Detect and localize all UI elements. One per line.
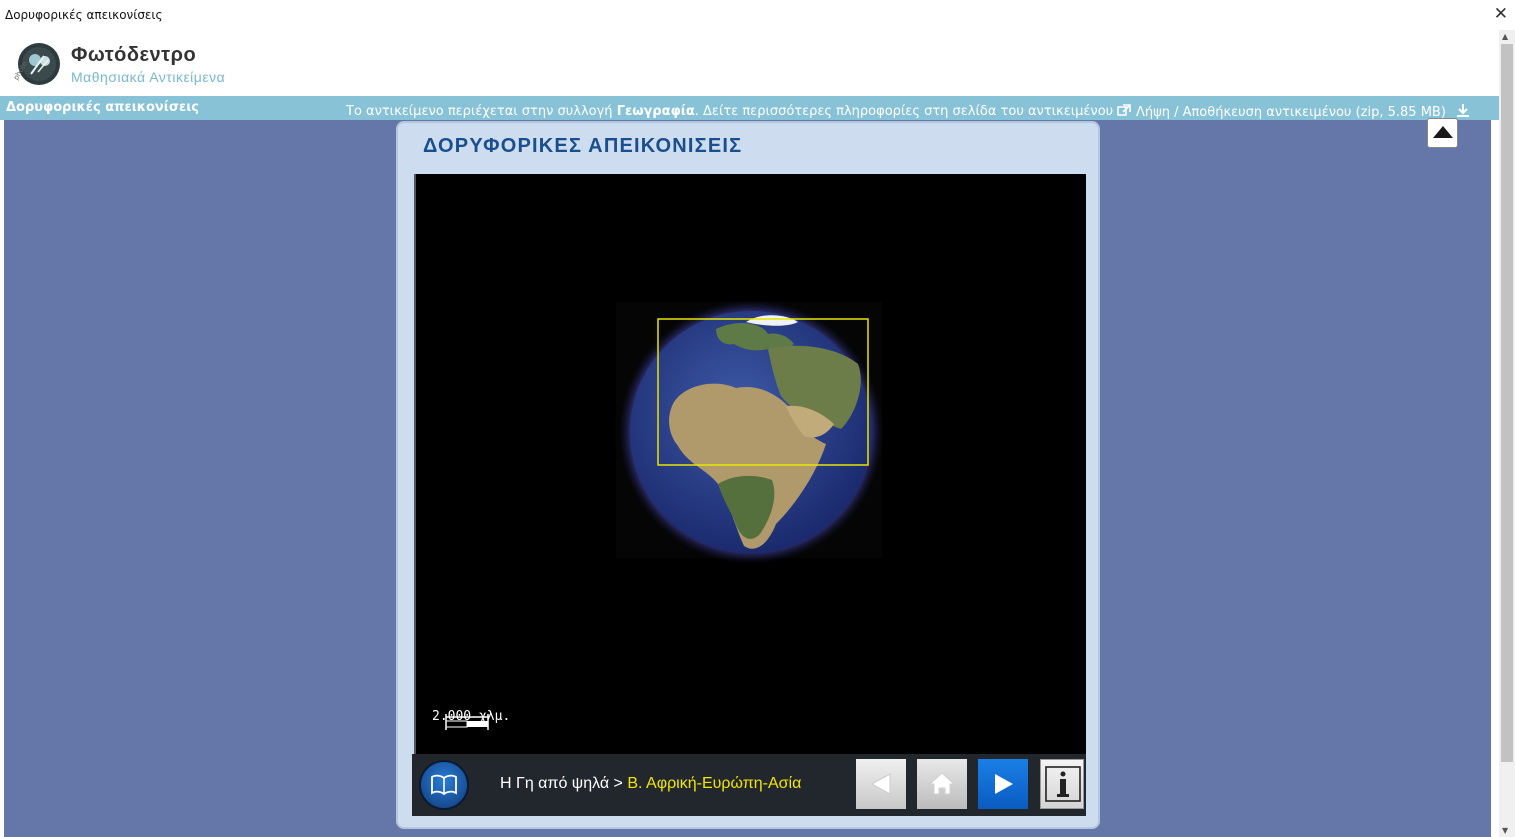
breadcrumb-root[interactable]: Η Γη από ψηλά > [500,775,627,792]
book-button[interactable] [419,760,469,810]
scroll-top-button[interactable] [1427,118,1458,148]
info-prefix: Το αντικείμενο περιέχεται στην συλλογή [346,104,617,119]
collection-info: Το αντικείμενο περιέχεται στην συλλογή Γ… [346,104,1132,119]
earth-globe-image [445,300,883,730]
scrollbar-thumb[interactable] [1501,44,1513,762]
previous-button[interactable] [856,759,906,809]
home-button[interactable] [917,759,967,809]
scroll-up-arrow-icon[interactable]: ▲ [1502,32,1508,41]
window-title: Δορυφορικές απεικονίσεις [5,8,163,22]
arrow-right-icon [995,774,1013,794]
info-bar: Δορυφορικές απεικονίσεις Το αντικείμενο … [0,96,1499,120]
download-link[interactable]: Λήψη / Αποθήκευση αντικειμένου (zip, 5.8… [1136,104,1470,120]
external-link-icon[interactable] [1117,104,1132,116]
arrow-up-icon [1433,126,1453,138]
arrow-left-icon [870,773,891,795]
brand-subtitle: Μαθησιακά Αντικείμενα [71,69,226,85]
download-label[interactable]: Λήψη / Αποθήκευση αντικειμένου (zip, 5.8… [1136,105,1446,120]
window-titlebar: Δορυφορικές απεικονίσεις ✕ [0,0,1515,30]
info-icon [1045,766,1081,802]
panel-title: ΔΟΡΥΦΟΡΙΚΕΣ ΑΠΕΙΚΟΝΙΣΕΙΣ [423,135,743,157]
learning-object-panel: ΔΟΡΥΦΟΡΙΚΕΣ ΑΠΕΙΚΟΝΙΣΕΙΣ 2.000 χλμ. Η Γη… [396,121,1100,829]
site-header: photo Φωτόδεντρο Μαθησιακά Αντικείμενα [0,30,1499,96]
next-button[interactable] [978,759,1028,809]
close-icon[interactable]: ✕ [1494,4,1508,24]
download-icon[interactable] [1456,104,1470,117]
info-suffix[interactable]: . Δείτε περισσότερες πληροφορίες στη σελ… [695,104,1113,119]
page-scrollbar[interactable]: ▲ ▼ [1499,30,1515,837]
collection-link[interactable]: Γεωγραφία [617,104,695,119]
breadcrumb: Η Γη από ψηλά > Β. Αφρική-Ευρώπη-Ασία [500,775,801,793]
navigation-toolbar: Η Γη από ψηλά > Β. Αφρική-Ευρώπη-Ασία [412,754,1086,816]
photodentro-logo[interactable]: photo [8,38,62,88]
satellite-viewer[interactable]: 2.000 χλμ. [414,174,1086,754]
scale-label: 2.000 χλμ. [432,709,511,724]
breadcrumb-current: Β. Αφρική-Ευρώπη-Ασία [627,775,802,792]
brand-name[interactable]: Φωτόδεντρο [71,44,196,67]
home-icon [928,772,956,795]
info-button[interactable] [1040,759,1084,809]
object-title: Δορυφορικές απεικονίσεις [6,100,199,115]
scroll-down-arrow-icon[interactable]: ▼ [1502,826,1508,835]
book-icon [431,774,457,796]
